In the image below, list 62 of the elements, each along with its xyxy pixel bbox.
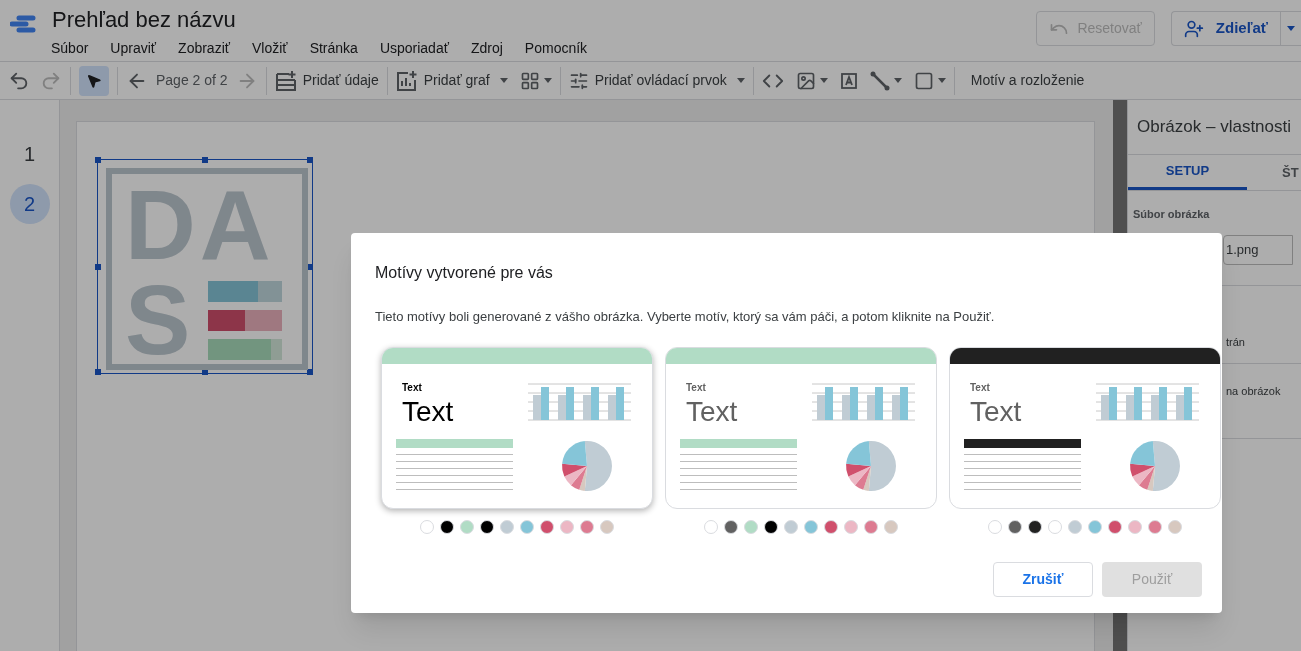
file-label: Súbor obrázka xyxy=(1132,207,1211,222)
dialog-description: Tieto motívy boli generované z vášho obrázka. Vyberte motív, ktorý sa vám páči, a potom kliknite na Použiť. xyxy=(375,308,996,326)
option-label: trán xyxy=(1226,335,1245,350)
resize-handle[interactable] xyxy=(202,369,208,375)
caret-icon xyxy=(937,78,946,83)
resize-handle[interactable] xyxy=(95,157,101,163)
cancel-button[interactable]: Zrušiť xyxy=(993,562,1093,597)
text-box-icon[interactable] xyxy=(839,71,858,90)
file-name-button[interactable]: 1.png xyxy=(1223,234,1293,265)
panel-tab[interactable]: ŠT xyxy=(1247,155,1301,190)
sliders-icon xyxy=(568,70,589,91)
add-control-button[interactable]: Pridať ovládací prvok xyxy=(568,70,745,91)
sample-heading: Text xyxy=(402,394,455,429)
caret-icon xyxy=(499,78,508,83)
theme-card[interactable]: Text Text xyxy=(665,346,937,509)
chart-add-icon xyxy=(395,69,418,92)
resize-handle[interactable] xyxy=(307,157,313,163)
dialog-title: Motívy vytvorené pre vás xyxy=(375,263,554,283)
sample-heading: Text xyxy=(970,394,1023,429)
caret-icon xyxy=(736,78,745,83)
caret-icon xyxy=(1287,26,1295,31)
image-button[interactable] xyxy=(795,70,828,91)
menu-item[interactable]: Stránka xyxy=(309,38,358,59)
report-title[interactable]: Prehľad bez názvu xyxy=(52,6,588,34)
menu-item[interactable]: Pomocník xyxy=(524,38,588,59)
shape-button[interactable] xyxy=(913,70,946,91)
page-indicator: Page 2 of 2 xyxy=(156,71,228,90)
caret-icon xyxy=(543,78,552,83)
menu-item[interactable]: Zobraziť xyxy=(178,38,230,59)
menu-item[interactable]: Vložiť xyxy=(252,38,288,59)
panel-title: Obrázok – vlastnosti xyxy=(1128,100,1301,155)
resize-handle[interactable] xyxy=(95,264,101,270)
menu-item[interactable]: Súbor xyxy=(51,38,89,59)
select-tool-button[interactable] xyxy=(79,65,109,96)
add-person-icon xyxy=(1183,18,1204,39)
menu-item[interactable]: Usporiadať xyxy=(379,38,449,59)
option-label: na obrázok xyxy=(1226,384,1281,397)
sample-label: Text xyxy=(402,380,423,395)
sample-heading: Text xyxy=(686,394,739,429)
page-thumbnail[interactable]: 1 xyxy=(9,134,50,174)
resize-handle[interactable] xyxy=(307,264,313,270)
line-button[interactable] xyxy=(869,70,902,91)
sample-label: Text xyxy=(970,380,991,395)
theme-layout-button[interactable]: Motív a rozloženie xyxy=(970,70,1085,91)
add-data-button[interactable]: Pridať údaje xyxy=(274,69,379,92)
theme-card[interactable]: Text Text xyxy=(381,346,653,509)
menu-item[interactable]: Upraviť xyxy=(110,38,157,59)
panel-tab[interactable]: SETUP xyxy=(1128,155,1247,190)
resize-handle[interactable] xyxy=(307,369,313,375)
components-button[interactable] xyxy=(519,70,552,91)
table-add-icon xyxy=(274,69,297,92)
add-chart-button[interactable]: Pridať graf xyxy=(395,69,508,92)
caret-icon xyxy=(819,78,828,83)
sample-label: Text xyxy=(686,380,707,395)
page-thumbnail[interactable]: 2 xyxy=(9,184,50,224)
resize-handle[interactable] xyxy=(202,157,208,163)
theme-card[interactable]: Text Text xyxy=(949,346,1221,509)
caret-icon xyxy=(893,78,902,83)
resize-handle[interactable] xyxy=(95,369,101,375)
menu-item[interactable]: Zdroj xyxy=(470,38,503,59)
pointer-icon xyxy=(86,72,102,89)
app-logo-icon xyxy=(10,15,36,33)
